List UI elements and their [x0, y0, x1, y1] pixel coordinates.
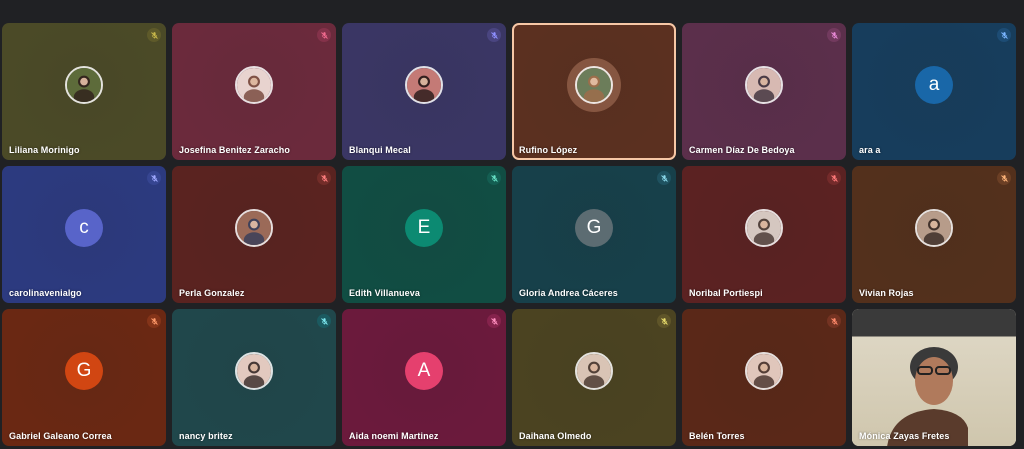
participant-name: Gabriel Galeano Correa	[9, 431, 112, 441]
participant-name: carolinavenialgo	[9, 288, 82, 298]
participant-tile[interactable]: Noribal Portiespi	[682, 166, 846, 303]
avatar	[745, 351, 783, 390]
avatar: E	[405, 208, 443, 247]
participant-name: Perla Gonzalez	[179, 288, 245, 298]
avatar-letter: a	[928, 73, 940, 95]
mic-off-icon	[317, 314, 331, 328]
participant-tile[interactable]: nancy britez	[172, 309, 336, 446]
participant-name: Mónica Zayas Fretes	[859, 431, 950, 441]
participant-tile[interactable]: Rufino López	[512, 23, 676, 160]
avatar: G	[65, 351, 103, 390]
mic-off-icon	[827, 171, 841, 185]
participant-tile[interactable]: G Gabriel Galeano Correa	[2, 309, 166, 446]
participant-grid: Liliana Morinigo Josefina Benitez Zaracho…	[2, 23, 1018, 447]
avatar-letter: E	[417, 216, 431, 238]
avatar-letter: G	[586, 216, 602, 238]
avatar	[745, 208, 783, 247]
avatar	[235, 208, 273, 247]
avatar	[745, 65, 783, 104]
mic-off-icon	[657, 314, 671, 328]
avatar	[575, 65, 613, 104]
participant-tile[interactable]: a ara a	[852, 23, 1016, 160]
avatar	[235, 65, 273, 104]
mic-off-icon	[317, 171, 331, 185]
participant-tile[interactable]: c carolinavenialgo	[2, 166, 166, 303]
participant-tile[interactable]: Josefina Benitez Zaracho	[172, 23, 336, 160]
participant-name: Carmen Díaz De Bedoya	[689, 145, 795, 155]
participant-name: Edith Villanueva	[349, 288, 420, 298]
participant-name: nancy britez	[179, 431, 233, 441]
participant-name: Aida noemi Martinez	[349, 431, 439, 441]
mic-off-icon	[657, 171, 671, 185]
avatar-letter: G	[76, 359, 92, 381]
avatar	[405, 65, 443, 104]
participant-name: Noribal Portiespi	[689, 288, 763, 298]
mic-off-icon	[827, 28, 841, 42]
participant-tile[interactable]: A Aida noemi Martinez	[342, 309, 506, 446]
mic-off-icon	[997, 171, 1011, 185]
avatar	[235, 351, 273, 390]
participant-name: Vivian Rojas	[859, 288, 914, 298]
mic-off-icon	[147, 314, 161, 328]
avatar: a	[915, 65, 953, 104]
mic-off-icon	[827, 314, 841, 328]
avatar: G	[575, 208, 613, 247]
participant-name: Liliana Morinigo	[9, 145, 80, 155]
mic-off-icon	[147, 28, 161, 42]
avatar: c	[65, 208, 103, 247]
avatar-letter: c	[79, 216, 89, 238]
participant-tile[interactable]: Blanqui Mecal	[342, 23, 506, 160]
participant-name: Daihana Olmedo	[519, 431, 592, 441]
participant-tile[interactable]: Mónica Zayas Fretes	[852, 309, 1016, 446]
participant-name: Gloria Andrea Cáceres	[519, 288, 618, 298]
mic-off-icon	[317, 28, 331, 42]
participant-name: ara a	[859, 145, 881, 155]
participant-tile[interactable]: G Gloria Andrea Cáceres	[512, 166, 676, 303]
avatar-letter: A	[417, 359, 431, 381]
participant-name: Blanqui Mecal	[349, 145, 411, 155]
avatar	[915, 208, 953, 247]
mic-off-icon	[487, 28, 501, 42]
avatar: A	[405, 351, 443, 390]
participant-name: Rufino López	[519, 145, 578, 155]
avatar	[65, 65, 103, 104]
mic-off-icon	[487, 314, 501, 328]
avatar	[575, 351, 613, 390]
participant-tile[interactable]: Carmen Díaz De Bedoya	[682, 23, 846, 160]
participant-name: Belén Torres	[689, 431, 745, 441]
participant-tile[interactable]: Liliana Morinigo	[2, 23, 166, 160]
participant-tile[interactable]: E Edith Villanueva	[342, 166, 506, 303]
mic-off-icon	[997, 28, 1011, 42]
participant-name: Josefina Benitez Zaracho	[179, 145, 290, 155]
mic-off-icon	[147, 171, 161, 185]
participant-tile[interactable]: Daihana Olmedo	[512, 309, 676, 446]
participant-tile[interactable]: Vivian Rojas	[852, 166, 1016, 303]
participant-tile[interactable]: Belén Torres	[682, 309, 846, 446]
participant-video-person	[887, 347, 968, 446]
mic-off-icon	[487, 171, 501, 185]
participant-tile[interactable]: Perla Gonzalez	[172, 166, 336, 303]
